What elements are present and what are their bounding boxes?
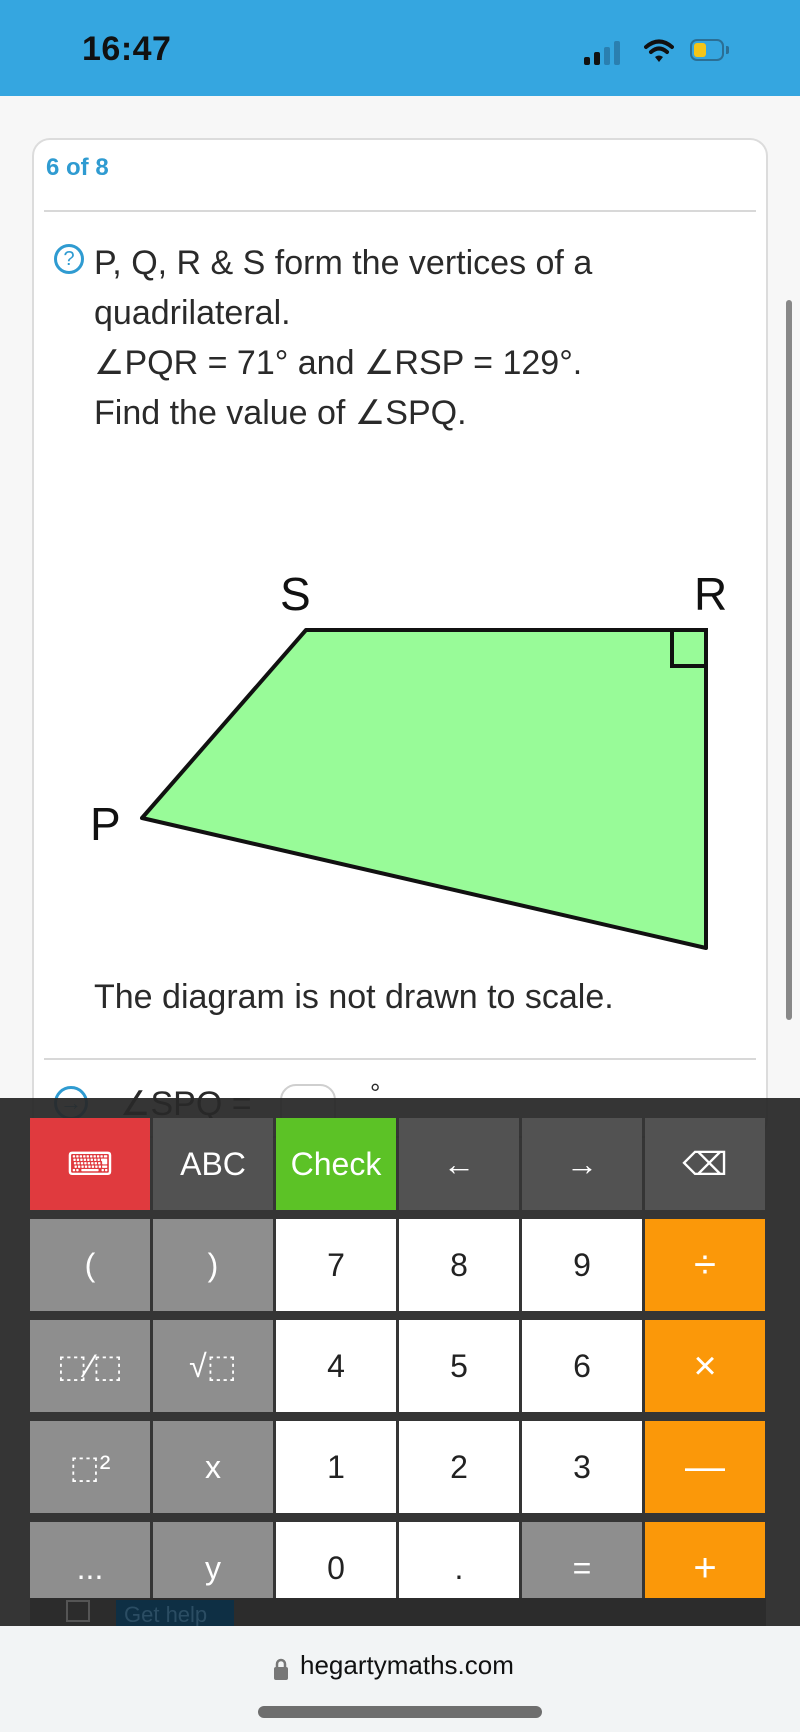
vertex-label-p: P bbox=[90, 798, 121, 850]
key-digit-8[interactable]: 8 bbox=[399, 1219, 519, 1311]
question-line: P, Q, R & S form the vertices of a bbox=[94, 244, 593, 282]
question-line: quadrilateral. bbox=[94, 294, 291, 332]
key-divide[interactable]: ÷ bbox=[645, 1219, 765, 1311]
key-open-paren[interactable]: ( bbox=[30, 1219, 150, 1311]
quadrilateral-shape bbox=[140, 628, 708, 950]
ghost-help-bar: Get help bbox=[30, 1598, 766, 1626]
question-line: Find the value of ∠SPQ. bbox=[94, 394, 467, 432]
get-help-button[interactable]: Get help bbox=[116, 1600, 234, 1626]
key-keyboard-toggle[interactable]: ⌨ bbox=[30, 1118, 150, 1210]
key-variable-x[interactable]: x bbox=[153, 1421, 273, 1513]
quadrilateral-diagram: S R P Q bbox=[90, 568, 727, 950]
browser-url-bar[interactable]: hegartymaths.com bbox=[0, 1626, 800, 1732]
url-text[interactable]: hegartymaths.com bbox=[300, 1650, 514, 1681]
math-keyboard: ⌨ ABC Check ← → ⌫() 7 8 9 ÷ ⬚⁄⬚ √⬚ 4 5 6 × ⬚² x 1 2 3—... y 0.… bbox=[0, 1098, 800, 1626]
key-backspace[interactable]: ⌫ bbox=[645, 1118, 765, 1210]
status-bar: 16:47 bbox=[0, 0, 800, 96]
cellular-signal-icon bbox=[584, 41, 626, 65]
key-digit-7[interactable]: 7 bbox=[276, 1219, 396, 1311]
battery-level bbox=[694, 43, 706, 57]
key-digit-1[interactable]: 1 bbox=[276, 1421, 396, 1513]
question-circle-icon[interactable]: ? bbox=[54, 244, 84, 274]
question-text: P, Q, R & S form the vertices of a quadr… bbox=[94, 238, 734, 438]
key-cursor-left[interactable]: ← bbox=[399, 1118, 519, 1210]
battery-icon bbox=[690, 39, 724, 61]
key-digit-5[interactable]: 5 bbox=[399, 1320, 519, 1412]
key-square[interactable]: ⬚² bbox=[30, 1421, 150, 1513]
key-digit-9[interactable]: 9 bbox=[522, 1219, 642, 1311]
wifi-icon bbox=[644, 39, 674, 62]
vertex-label-r: R bbox=[694, 568, 727, 620]
question-line: ∠PQR = 71° and ∠RSP = 129°. bbox=[94, 344, 583, 382]
question-progress: 6 of 8 bbox=[46, 154, 109, 181]
lock-icon bbox=[274, 1658, 288, 1680]
diagram-note: The diagram is not drawn to scale. bbox=[94, 978, 614, 1016]
vertex-label-s: S bbox=[280, 568, 311, 620]
video-icon bbox=[66, 1600, 90, 1622]
key-subtract[interactable]: — bbox=[645, 1421, 765, 1513]
home-indicator[interactable] bbox=[258, 1706, 542, 1718]
page-scrollbar[interactable] bbox=[786, 300, 792, 1020]
clock: 16:47 bbox=[82, 30, 172, 68]
key-digit-4[interactable]: 4 bbox=[276, 1320, 396, 1412]
key-digit-6[interactable]: 6 bbox=[522, 1320, 642, 1412]
question-card: 6 of 8 ? P, Q, R & S form the vertices o… bbox=[32, 138, 768, 1144]
key-cursor-right[interactable]: → bbox=[522, 1118, 642, 1210]
key-fraction[interactable]: ⬚⁄⬚ bbox=[30, 1320, 150, 1412]
key-digit-2[interactable]: 2 bbox=[399, 1421, 519, 1513]
battery-nub bbox=[726, 46, 729, 54]
key-close-paren[interactable]: ) bbox=[153, 1219, 273, 1311]
key-digit-3[interactable]: 3 bbox=[522, 1421, 642, 1513]
divider bbox=[44, 1058, 756, 1060]
key-check[interactable]: Check bbox=[276, 1118, 396, 1210]
keyboard-grid: ⌨ ABC Check ← → ⌫() 7 8 9 ÷ ⬚⁄⬚ √⬚ 4 5 6 × ⬚² x 1 2 3—... y 0.… bbox=[30, 1118, 766, 1614]
key-square-root[interactable]: √⬚ bbox=[153, 1320, 273, 1412]
divider bbox=[44, 210, 756, 212]
key-multiply[interactable]: × bbox=[645, 1320, 765, 1412]
key-abc[interactable]: ABC bbox=[153, 1118, 273, 1210]
